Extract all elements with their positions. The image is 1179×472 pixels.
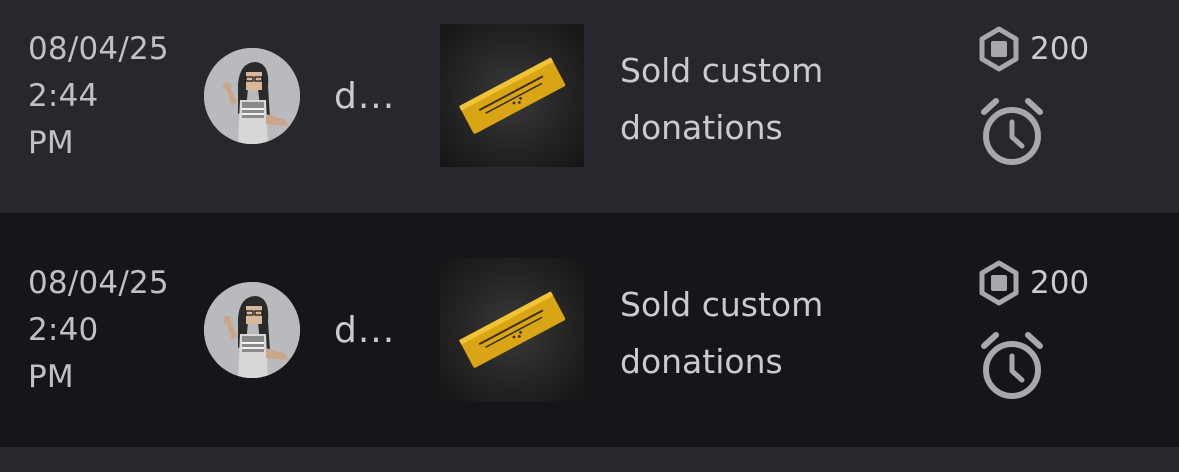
description-line-2: donations xyxy=(620,108,783,147)
item-thumbnail[interactable] xyxy=(440,258,584,401)
transaction-description: Sold custom donations xyxy=(620,276,823,390)
transaction-row[interactable]: 08/04/25 2:44 PM d... Sold custom donati… xyxy=(0,0,1179,212)
username[interactable]: d... xyxy=(334,310,395,351)
donation-ticket-icon xyxy=(459,57,566,134)
transaction-date: 08/04/25 xyxy=(28,265,169,301)
description-line-1: Sold custom xyxy=(620,51,824,90)
transaction-ampm: PM xyxy=(28,359,74,395)
robux-icon xyxy=(979,260,1019,306)
transaction-price: 200 xyxy=(978,260,1089,306)
price-amount: 200 xyxy=(1030,265,1090,301)
transaction-date: 08/04/25 xyxy=(28,31,169,67)
transaction-time: 2:44 xyxy=(28,78,99,114)
donation-ticket-icon xyxy=(459,291,566,368)
transaction-time: 2:40 xyxy=(28,312,99,348)
transaction-row[interactable]: 08/04/25 2:40 PM d... Sold custom donati… xyxy=(0,213,1179,447)
alarm-clock-icon[interactable] xyxy=(980,98,1044,166)
avatar-figure-icon xyxy=(204,48,300,144)
robux-icon xyxy=(979,26,1019,72)
description-line-1: Sold custom xyxy=(620,285,824,324)
transaction-datetime: 08/04/25 2:44 PM xyxy=(28,26,169,167)
transaction-datetime: 08/04/25 2:40 PM xyxy=(28,260,169,401)
alarm-clock-icon[interactable] xyxy=(980,332,1044,400)
item-thumbnail[interactable] xyxy=(440,24,584,167)
avatar-figure-icon xyxy=(204,282,300,378)
list-footer-strip xyxy=(0,447,1179,472)
user-avatar[interactable] xyxy=(204,48,300,144)
price-amount: 200 xyxy=(1030,31,1090,67)
description-line-2: donations xyxy=(620,342,783,381)
username[interactable]: d... xyxy=(334,76,395,117)
transaction-list: 08/04/25 2:44 PM d... Sold custom donati… xyxy=(0,0,1179,472)
user-avatar[interactable] xyxy=(204,282,300,378)
transaction-description: Sold custom donations xyxy=(620,42,823,156)
transaction-ampm: PM xyxy=(28,125,74,161)
transaction-price: 200 xyxy=(978,26,1089,72)
